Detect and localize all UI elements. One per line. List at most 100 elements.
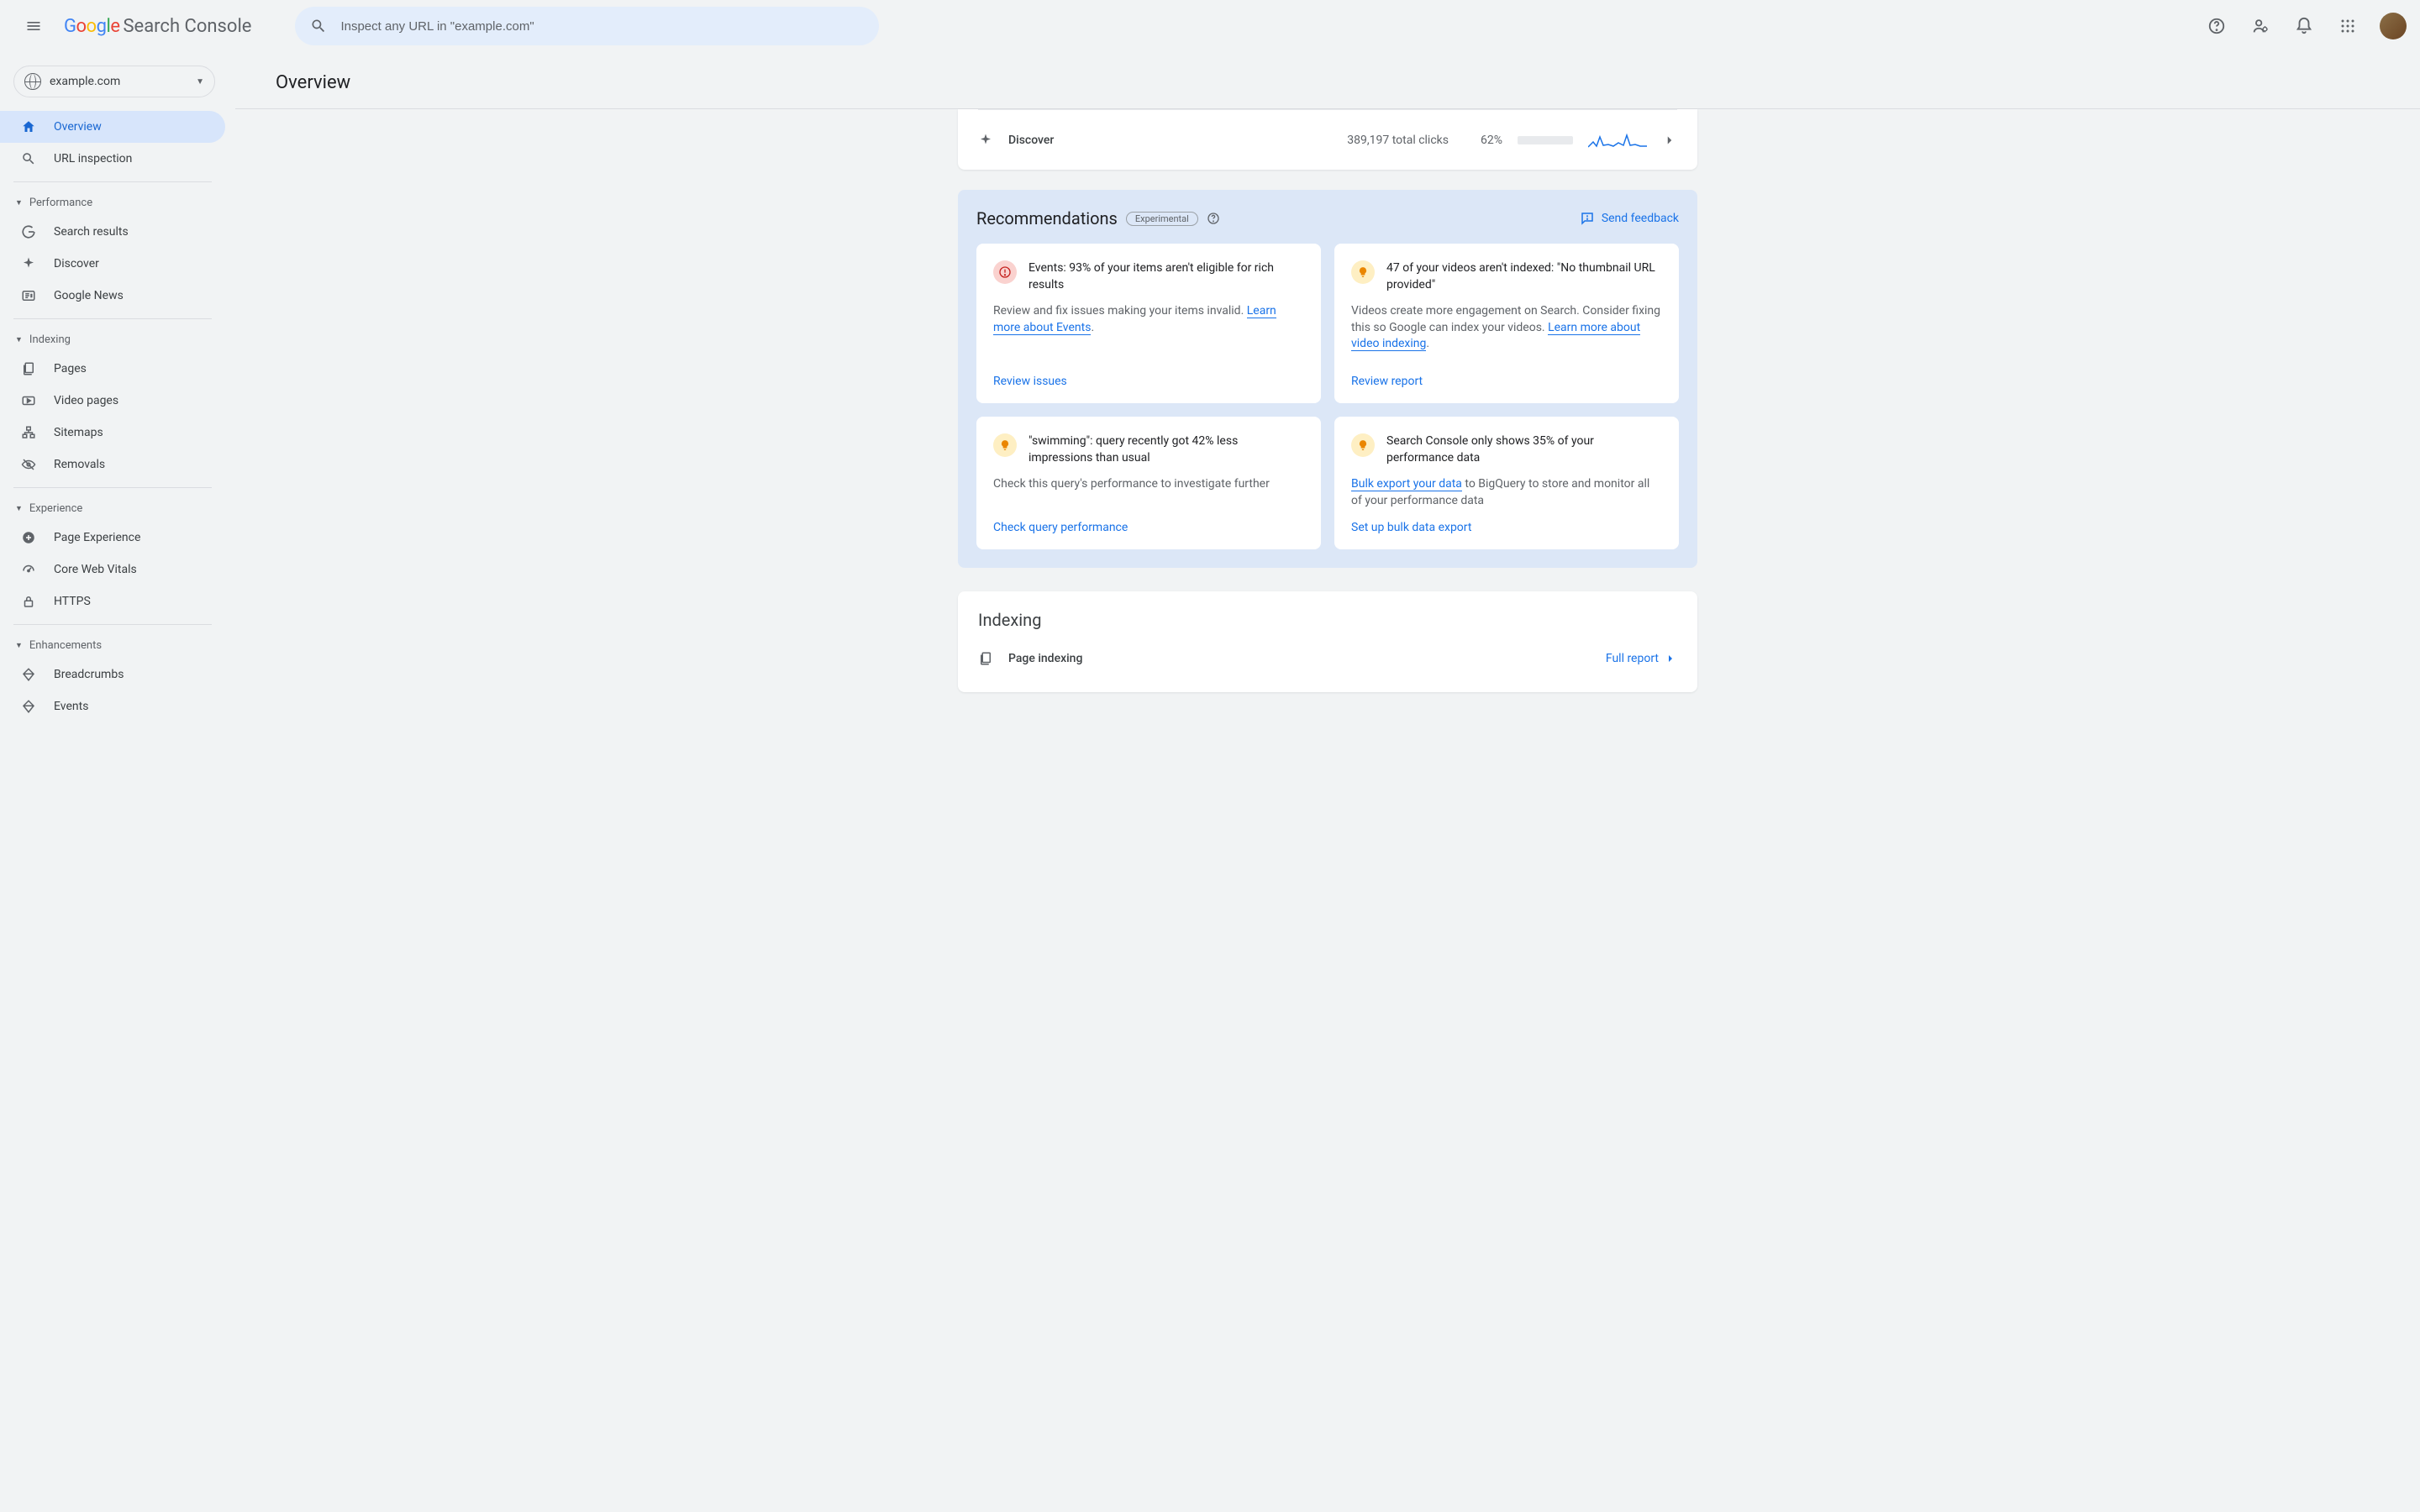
- search-input[interactable]: [340, 19, 864, 34]
- video-icon: [20, 393, 37, 408]
- reco-card-title: Search Console only shows 35% of your pe…: [1386, 433, 1662, 466]
- lightbulb-icon: [993, 433, 1017, 457]
- divider: [13, 487, 212, 488]
- sidebar-item-label: Breadcrumbs: [54, 668, 124, 681]
- globe-icon: [24, 73, 41, 90]
- sitemap-icon: [20, 425, 37, 440]
- dropdown-caret-icon: ▼: [196, 77, 204, 87]
- chevron-down-icon: ▼: [15, 335, 23, 344]
- sidebar-item-page-experience[interactable]: Page Experience: [0, 522, 225, 554]
- speed-icon: [20, 562, 37, 577]
- chevron-down-icon: ▼: [15, 504, 23, 513]
- sidebar-item-discover[interactable]: Discover: [0, 248, 225, 280]
- reco-card-title: 47 of your videos aren't indexed: "No th…: [1386, 260, 1662, 293]
- sidebar-section-performance[interactable]: ▼ Performance: [0, 189, 225, 216]
- lock-icon: [20, 594, 37, 609]
- news-icon: [20, 288, 37, 303]
- reco-action-link[interactable]: Review issues: [993, 375, 1304, 388]
- discover-label: Discover: [1008, 134, 1054, 147]
- chevron-right-icon: [1662, 133, 1677, 148]
- search-icon: [20, 151, 37, 166]
- sidebar-item-url-inspection[interactable]: URL inspection: [0, 143, 225, 175]
- discover-row[interactable]: Discover 389,197 total clicks 62%: [978, 109, 1677, 170]
- sidebar-item-https[interactable]: HTTPS: [0, 585, 225, 617]
- sidebar-item-label: Video pages: [54, 394, 118, 407]
- sidebar-item-search-results[interactable]: Search results: [0, 216, 225, 248]
- sidebar-item-sitemaps[interactable]: Sitemaps: [0, 417, 225, 449]
- reco-action-link[interactable]: Check query performance: [993, 521, 1304, 534]
- recommendations-title: Recommendations: [976, 208, 1118, 228]
- url-inspect-search[interactable]: [295, 7, 879, 45]
- reco-card-body: Check this query's performance to invest…: [993, 476, 1304, 493]
- sidebar-item-events[interactable]: Events: [0, 690, 225, 722]
- sparkline-icon: [1588, 130, 1647, 150]
- sidebar-item-label: Search results: [54, 225, 129, 239]
- user-settings-icon: [2251, 17, 2270, 35]
- sidebar-item-label: Sitemaps: [54, 426, 103, 439]
- help-icon[interactable]: [1207, 212, 1220, 225]
- recommendations-header: Recommendations Experimental Send feedba…: [976, 208, 1679, 228]
- reco-card-title: Events: 93% of your items aren't eligibl…: [1028, 260, 1304, 293]
- sidebar-item-label: Core Web Vitals: [54, 563, 137, 576]
- chevron-down-icon: ▼: [15, 198, 23, 207]
- bell-icon: [2295, 17, 2313, 35]
- property-selector[interactable]: example.com ▼: [13, 66, 215, 97]
- page-indexing-row[interactable]: Page indexing Full report: [978, 640, 1677, 677]
- send-feedback-link[interactable]: Send feedback: [1580, 211, 1679, 226]
- sidebar-section-enhancements[interactable]: ▼ Enhancements: [0, 632, 225, 659]
- sidebar-item-label: URL inspection: [54, 152, 132, 165]
- section-label: Performance: [29, 197, 92, 209]
- recommendation-card[interactable]: Events: 93% of your items aren't eligibl…: [976, 244, 1321, 403]
- sidebar-item-label: Pages: [54, 362, 87, 375]
- recommendations-grid: Events: 93% of your items aren't eligibl…: [976, 244, 1679, 549]
- feedback-icon: [1580, 211, 1595, 226]
- reco-action-link[interactable]: Review report: [1351, 375, 1662, 388]
- diamond-icon: [20, 699, 37, 714]
- sidebar-item-core-web-vitals[interactable]: Core Web Vitals: [0, 554, 225, 585]
- section-label: Enhancements: [29, 639, 102, 652]
- full-report-label: Full report: [1606, 652, 1659, 665]
- help-button[interactable]: [2198, 8, 2235, 45]
- account-avatar[interactable]: [2380, 13, 2407, 39]
- sidebar-item-label: Google News: [54, 289, 124, 302]
- sidebar-item-breadcrumbs[interactable]: Breadcrumbs: [0, 659, 225, 690]
- page-indexing-label: Page indexing: [1008, 652, 1082, 665]
- sidebar-item-pages[interactable]: Pages: [0, 353, 225, 385]
- notifications-button[interactable]: [2286, 8, 2323, 45]
- page-title: Overview: [276, 72, 2380, 93]
- sidebar-item-label: HTTPS: [54, 595, 91, 608]
- discover-percent: 62%: [1481, 134, 1502, 147]
- indexing-card: Indexing Page indexing Full report: [958, 591, 1697, 692]
- sidebar-item-video-pages[interactable]: Video pages: [0, 385, 225, 417]
- full-report-link[interactable]: Full report: [1606, 652, 1677, 665]
- reco-card-body: Bulk export your data to BigQuery to sto…: [1351, 476, 1662, 509]
- recommendation-card[interactable]: 47 of your videos aren't indexed: "No th…: [1334, 244, 1679, 403]
- menu-button[interactable]: [13, 6, 54, 46]
- experimental-badge: Experimental: [1126, 212, 1198, 226]
- recommendation-card[interactable]: "swimming": query recently got 42% less …: [976, 417, 1321, 549]
- chevron-down-icon: ▼: [15, 641, 23, 650]
- send-feedback-label: Send feedback: [1602, 212, 1679, 225]
- search-icon: [310, 18, 327, 34]
- sidebar-item-google-news[interactable]: Google News: [0, 280, 225, 312]
- sidebar-item-label: Removals: [54, 458, 105, 471]
- google-logo-text: Google: [64, 16, 119, 37]
- sidebar-item-label: Page Experience: [54, 531, 140, 544]
- pages-icon: [20, 361, 37, 376]
- header-actions: [2198, 8, 2407, 45]
- sidebar-section-experience[interactable]: ▼ Experience: [0, 495, 225, 522]
- pages-icon: [978, 651, 993, 666]
- bulk-export-link[interactable]: Bulk export your data: [1351, 477, 1462, 491]
- apps-button[interactable]: [2329, 8, 2366, 45]
- sidebar-item-removals[interactable]: Removals: [0, 449, 225, 480]
- reco-card-body: Review and fix issues making your items …: [993, 303, 1304, 336]
- sidebar-section-indexing[interactable]: ▼ Indexing: [0, 326, 225, 353]
- error-icon: [993, 260, 1017, 284]
- recommendation-card[interactable]: Search Console only shows 35% of your pe…: [1334, 417, 1679, 549]
- sidebar-item-overview[interactable]: Overview: [0, 111, 225, 143]
- reco-action-link[interactable]: Set up bulk data export: [1351, 521, 1662, 534]
- lightbulb-icon: [1351, 260, 1375, 284]
- discover-progress: [1518, 136, 1573, 144]
- users-button[interactable]: [2242, 8, 2279, 45]
- logo[interactable]: Google Search Console: [64, 16, 251, 37]
